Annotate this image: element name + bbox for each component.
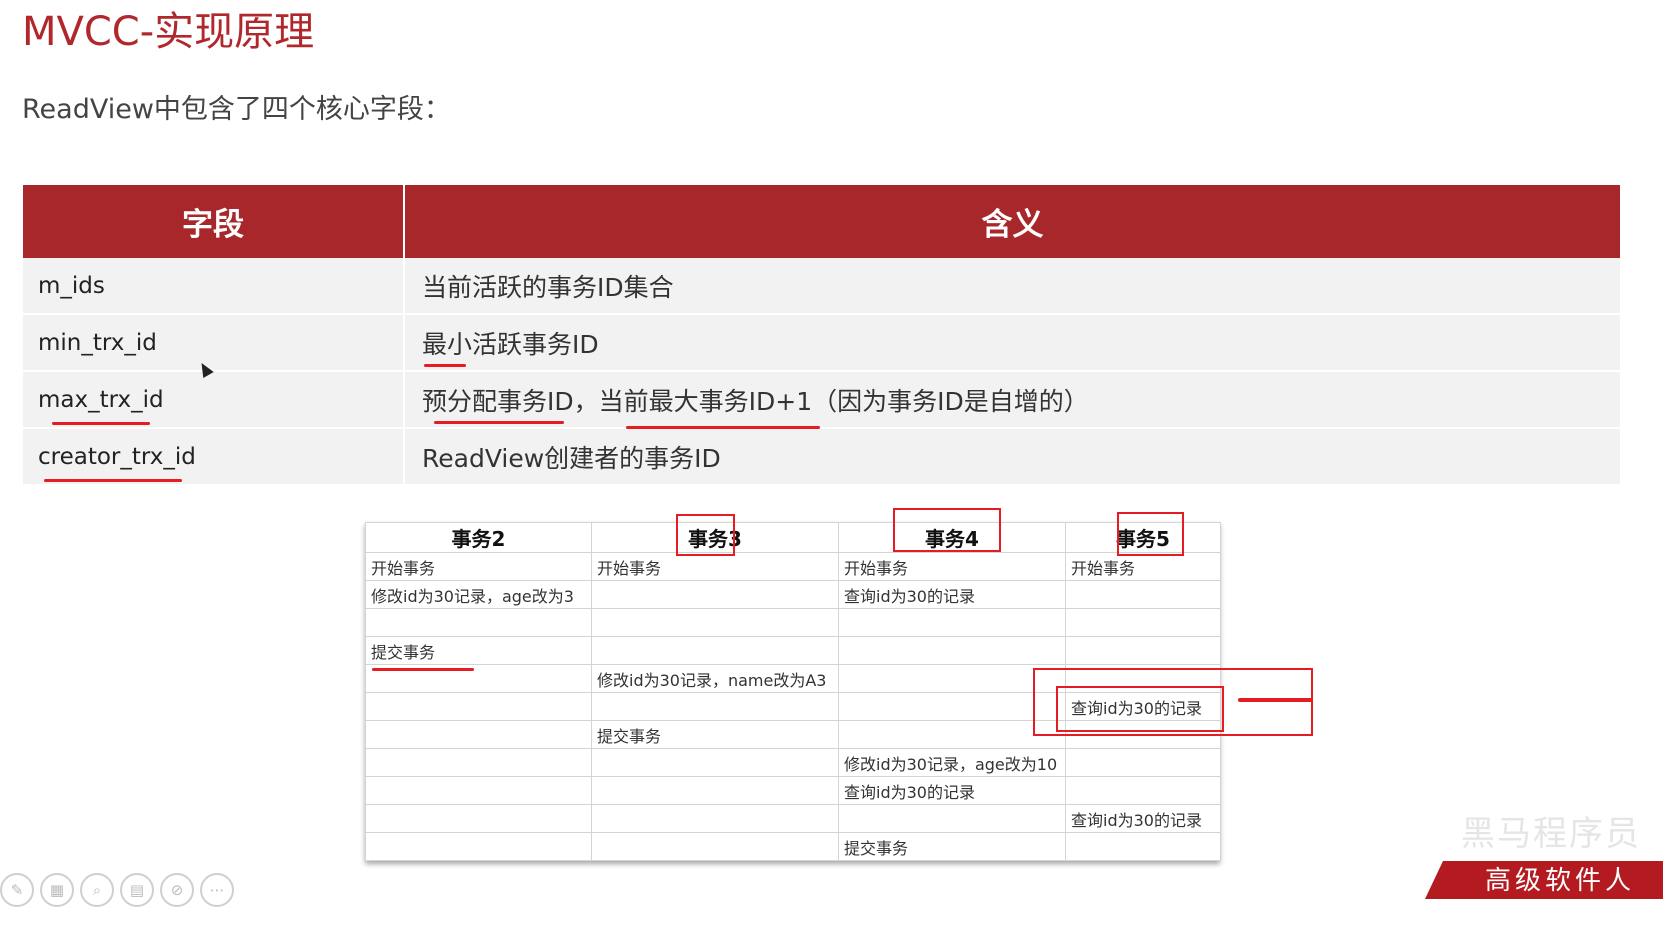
txn-cell: [1065, 748, 1221, 777]
txn-cell: 修改id为30记录，age改为3: [365, 580, 592, 609]
txn-cell: [1065, 832, 1221, 861]
txn-cell: [365, 804, 592, 833]
more-icon[interactable]: ⋯: [200, 873, 234, 907]
table-row: 开始事务 开始事务 开始事务 开始事务: [365, 552, 1221, 581]
table-row: min_trx_id 最小活跃事务ID: [23, 314, 1620, 372]
readview-fields-table: 字段 含义 m_ids 当前活跃的事务ID集合 min_trx_id 最小活跃事…: [23, 185, 1620, 486]
txn-cell: [1065, 608, 1221, 637]
txn-cell: [591, 636, 839, 665]
transaction-3-header: 事务3: [591, 522, 839, 553]
table-row: 提交事务: [365, 636, 1221, 665]
field-meaning: 最小活跃事务ID: [404, 314, 1620, 372]
table-header-row: 字段 含义: [23, 185, 1620, 258]
watermark-logo: 黑马程序员: [1461, 814, 1641, 854]
subtitles-icon[interactable]: ▤: [120, 873, 154, 907]
table-row: 提交事务: [365, 832, 1221, 861]
header-meaning: 含义: [404, 185, 1620, 258]
transaction-timeline: 事务2 事务3 事务4 事务5 开始事务 开始事务 开始事务 开始事务 修改id…: [365, 522, 1221, 861]
no-video-icon[interactable]: ⊘: [160, 873, 194, 907]
zoom-icon[interactable]: ⌕: [80, 873, 114, 907]
underline-annotation: [424, 364, 466, 367]
txn-cell: [365, 748, 592, 777]
table-row: 查询id为30的记录: [365, 776, 1221, 805]
txn-cell: [1065, 720, 1221, 749]
transaction-header-row: 事务2 事务3 事务4 事务5: [365, 522, 1221, 553]
txn-cell: [1065, 664, 1221, 693]
txn-cell: [838, 636, 1066, 665]
transaction-5-header: 事务5: [1065, 522, 1221, 553]
field-meaning: 当前活跃的事务ID集合: [404, 258, 1620, 315]
txn-cell: [838, 664, 1066, 693]
txn-cell: [591, 580, 839, 609]
txn-cell: [365, 608, 592, 637]
txn-cell: [591, 804, 839, 833]
table-row: creator_trx_id ReadView创建者的事务ID: [23, 428, 1620, 486]
pen-icon[interactable]: ✎: [0, 873, 34, 907]
underline-annotation: [52, 422, 150, 425]
transaction-2-header: 事务2: [365, 522, 592, 553]
txn-cell: 开始事务: [365, 552, 592, 581]
txn-cell: [591, 832, 839, 861]
txn-cell: 开始事务: [1065, 552, 1221, 581]
underline-annotation: [434, 421, 564, 424]
field-name: min_trx_id: [23, 314, 405, 372]
slide-title: MVCC-实现原理: [22, 9, 315, 55]
txn-cell: 查询id为30的记录: [1065, 804, 1221, 833]
slides-icon[interactable]: ▦: [40, 873, 74, 907]
transaction-grid: 事务2 事务3 事务4 事务5 开始事务 开始事务 开始事务 开始事务 修改id…: [365, 522, 1221, 861]
txn-cell: [1065, 580, 1221, 609]
txn-cell: 开始事务: [838, 552, 1066, 581]
txn-cell: 修改id为30记录，name改为A3: [591, 664, 839, 693]
transaction-4-header: 事务4: [838, 522, 1066, 553]
txn-cell: 查询id为30的记录: [838, 580, 1066, 609]
txn-cell: [838, 720, 1066, 749]
table-row: 查询id为30的记录: [365, 692, 1221, 721]
txn-cell: 查询id为30的记录: [838, 776, 1066, 805]
txn-cell: 提交事务: [591, 720, 839, 749]
txn-cell: [591, 776, 839, 805]
underline-annotation: [372, 668, 474, 671]
txn-cell: [591, 608, 839, 637]
txn-cell: [365, 832, 592, 861]
table-row: [365, 608, 1221, 637]
table-row: 提交事务: [365, 720, 1221, 749]
field-name: creator_trx_id: [23, 428, 405, 486]
underline-annotation: [626, 426, 820, 429]
field-name: max_trx_id: [23, 371, 405, 429]
txn-cell: 提交事务: [838, 832, 1066, 861]
field-meaning: ReadView创建者的事务ID: [404, 428, 1620, 486]
txn-cell: [365, 692, 592, 721]
underline-annotation: [44, 479, 182, 482]
txn-cell: [591, 692, 839, 721]
txn-cell: [838, 804, 1066, 833]
txn-cell: 开始事务: [591, 552, 839, 581]
table-row: 修改id为30记录，age改为3 查询id为30的记录: [365, 580, 1221, 609]
txn-cell: [838, 608, 1066, 637]
txn-cell: 修改id为30记录，age改为10: [838, 748, 1066, 777]
table-row: m_ids 当前活跃的事务ID集合: [23, 258, 1620, 315]
table-row: 修改id为30记录，name改为A3: [365, 664, 1221, 693]
table-row: max_trx_id 预分配事务ID，当前最大事务ID+1（因为事务ID是自增的…: [23, 371, 1620, 429]
table-row: 修改id为30记录，age改为10: [365, 748, 1221, 777]
presentation-toolbar: ✎ ▦ ⌕ ▤ ⊘ ⋯: [0, 873, 234, 913]
txn-cell: [1065, 776, 1221, 805]
header-field: 字段: [23, 185, 405, 258]
txn-cell: [591, 748, 839, 777]
txn-cell: [365, 720, 592, 749]
txn-cell: [1065, 636, 1221, 665]
txn-cell: 查询id为30的记录: [1065, 692, 1221, 721]
field-name: m_ids: [23, 258, 405, 315]
underline-annotation: [1238, 698, 1313, 702]
txn-cell: [365, 776, 592, 805]
brand-banner: 高级软件人才: [1425, 861, 1663, 899]
field-meaning: 预分配事务ID，当前最大事务ID+1（因为事务ID是自增的）: [404, 371, 1620, 429]
txn-cell: [838, 692, 1066, 721]
slide-subtitle: ReadView中包含了四个核心字段：: [22, 94, 451, 125]
txn-cell: 提交事务: [365, 636, 592, 665]
table-row: 查询id为30的记录: [365, 804, 1221, 833]
